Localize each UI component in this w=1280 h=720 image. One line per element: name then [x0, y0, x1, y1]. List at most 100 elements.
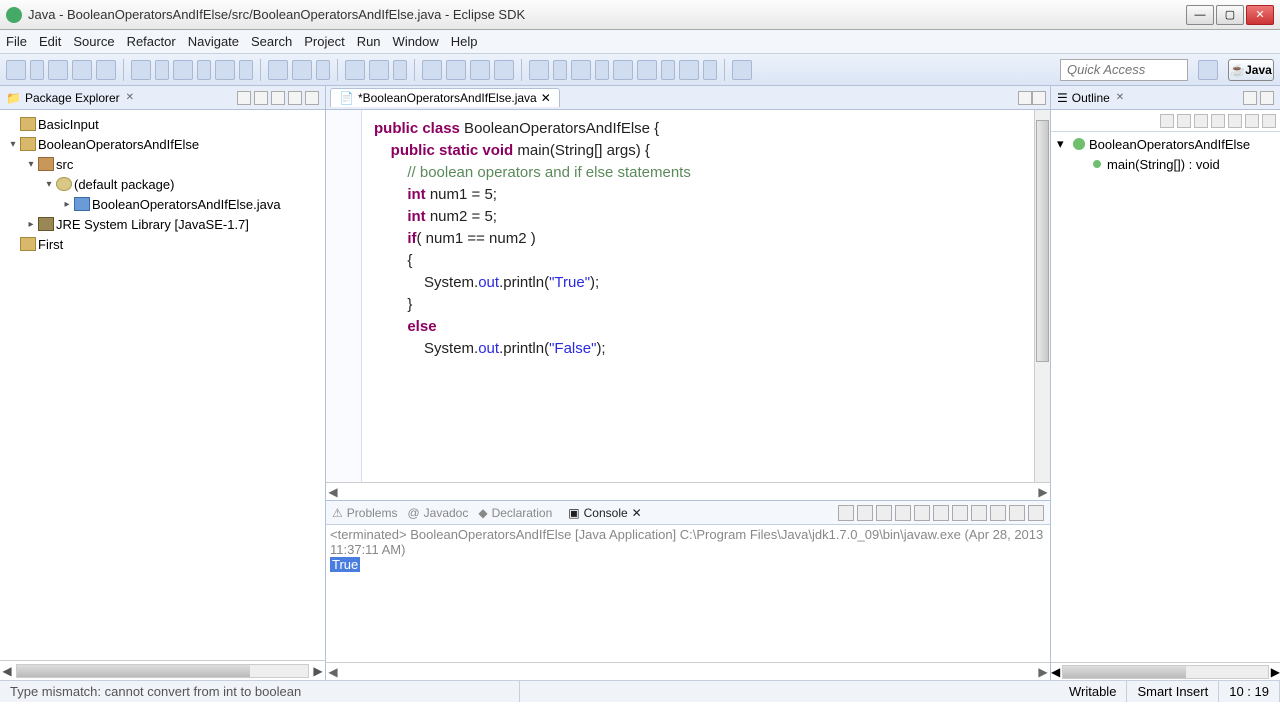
minimize-view-button[interactable] — [288, 91, 302, 105]
menu-search[interactable]: Search — [251, 34, 292, 49]
menu-run[interactable]: Run — [357, 34, 381, 49]
hide-fields-button[interactable] — [1177, 114, 1191, 128]
quick-access-input[interactable] — [1060, 59, 1188, 81]
next-annotation-button[interactable] — [529, 60, 549, 80]
outline-hscroll[interactable]: ◀ ▶ — [1051, 662, 1280, 680]
menu-file[interactable]: File — [6, 34, 27, 49]
maximize-editor-button[interactable] — [1032, 91, 1046, 105]
tab-declaration[interactable]: ◆Declaration — [478, 506, 552, 520]
last-edit-button[interactable] — [613, 60, 633, 80]
open-type-button[interactable] — [345, 60, 365, 80]
tree-twist-icon[interactable]: ▸ — [24, 219, 38, 230]
scroll-thumb[interactable] — [17, 665, 250, 677]
external-tools-button[interactable] — [215, 60, 235, 80]
close-view-icon[interactable]: ✕ — [126, 92, 134, 103]
terminate-button[interactable] — [838, 505, 854, 521]
java-perspective-button[interactable]: ☕ Java — [1228, 59, 1274, 81]
tab-javadoc[interactable]: @Javadoc — [407, 506, 468, 520]
print-button[interactable] — [96, 60, 116, 80]
tree-twist-icon[interactable]: ▾ — [24, 159, 38, 170]
hide-local-button[interactable] — [1228, 114, 1242, 128]
menu-source[interactable]: Source — [73, 34, 114, 49]
maximize-outline-button[interactable] — [1260, 91, 1274, 105]
close-console-icon[interactable]: ✕ — [632, 506, 642, 520]
link-editor-button[interactable] — [254, 91, 268, 105]
console-hscroll[interactable]: ◀▶ — [326, 662, 1050, 680]
outline-tree[interactable]: ▾BooleanOperatorsAndIfElsemain(String[])… — [1051, 132, 1280, 662]
tree-item[interactable]: ▸BooleanOperatorsAndIfElse.java — [2, 194, 323, 214]
vscroll-thumb[interactable] — [1036, 120, 1049, 362]
tree-twist-icon[interactable]: ▸ — [60, 199, 74, 210]
open-console-button[interactable] — [990, 505, 1006, 521]
tree-item[interactable]: BasicInput — [2, 114, 323, 134]
new-dropdown-icon[interactable] — [30, 60, 44, 80]
package-explorer-hscroll[interactable]: ◀ ▶ — [0, 660, 325, 680]
package-explorer-tab[interactable]: 📁 Package Explorer ✕ — [0, 86, 325, 110]
pin-editor-button[interactable] — [732, 60, 752, 80]
minimize-outline-button[interactable] — [1243, 91, 1257, 105]
forward-button[interactable] — [679, 60, 699, 80]
tab-problems[interactable]: ⚠Problems — [332, 506, 397, 520]
console-body[interactable]: <terminated> BooleanOperatorsAndIfElse [… — [326, 525, 1050, 662]
outline-tab[interactable]: ☰ Outline ✕ — [1051, 86, 1280, 110]
scroll-lock-button[interactable] — [914, 505, 930, 521]
editor-tab[interactable]: 📄 *BooleanOperatorsAndIfElse.java ✕ — [330, 88, 560, 107]
scroll-left-icon[interactable]: ◀ — [0, 664, 14, 678]
forward-dropdown-icon[interactable] — [703, 60, 717, 80]
save-button[interactable] — [48, 60, 68, 80]
next-annotation-dropdown-icon[interactable] — [553, 60, 567, 80]
back-dropdown-icon[interactable] — [661, 60, 675, 80]
tree-twist-icon[interactable]: ▾ — [42, 179, 56, 190]
outline-item[interactable]: ▾BooleanOperatorsAndIfElse — [1055, 134, 1276, 154]
remove-launch-button[interactable] — [857, 505, 873, 521]
scroll-right-icon[interactable]: ▶ — [311, 664, 325, 678]
display-console-button[interactable] — [971, 505, 987, 521]
menu-help[interactable]: Help — [451, 34, 478, 49]
save-all-button[interactable] — [72, 60, 92, 80]
run-button[interactable] — [173, 60, 193, 80]
focus-button[interactable] — [1245, 114, 1259, 128]
minimize-button[interactable]: — — [1186, 5, 1214, 25]
prev-annotation-button[interactable] — [571, 60, 591, 80]
close-editor-icon[interactable]: ✕ — [541, 91, 551, 105]
close-button[interactable]: ✕ — [1246, 5, 1274, 25]
remove-all-button[interactable] — [876, 505, 892, 521]
maximize-button[interactable]: ▢ — [1216, 5, 1244, 25]
code-area[interactable]: public class BooleanOperatorsAndIfElse {… — [362, 110, 1034, 482]
pin-console-button[interactable] — [952, 505, 968, 521]
package-explorer-tree[interactable]: BasicInput▾BooleanOperatorsAndIfElse▾src… — [0, 110, 325, 660]
scroll-thumb[interactable] — [1063, 666, 1186, 678]
word-wrap-button[interactable] — [933, 505, 949, 521]
menu-project[interactable]: Project — [304, 34, 344, 49]
scroll-left-icon[interactable]: ◀ — [1051, 665, 1060, 679]
open-perspective-button[interactable] — [1198, 60, 1218, 80]
scroll-right-icon[interactable]: ▶ — [1271, 665, 1280, 679]
scroll-left-icon[interactable]: ◀ — [326, 485, 340, 499]
minimize-editor-button[interactable] — [1018, 91, 1032, 105]
hide-nonpublic-button[interactable] — [1211, 114, 1225, 128]
editor-body[interactable]: public class BooleanOperatorsAndIfElse {… — [326, 110, 1050, 482]
external-tools-dropdown-icon[interactable] — [239, 60, 253, 80]
scroll-left-icon[interactable]: ◀ — [326, 665, 340, 679]
tree-twist-icon[interactable]: ▾ — [6, 139, 20, 150]
tree-twist-icon[interactable]: ▾ — [1057, 136, 1069, 152]
new-package-button[interactable] — [268, 60, 288, 80]
minimize-console-button[interactable] — [1009, 505, 1025, 521]
view-menu-button[interactable] — [1262, 114, 1276, 128]
view-menu-button[interactable] — [271, 91, 285, 105]
new-class-button[interactable] — [292, 60, 312, 80]
tree-item[interactable]: First — [2, 234, 323, 254]
tab-console[interactable]: ▣Console ✕ — [562, 504, 647, 522]
maximize-view-button[interactable] — [305, 91, 319, 105]
new-button[interactable] — [6, 60, 26, 80]
back-button[interactable] — [637, 60, 657, 80]
outline-item[interactable]: main(String[]) : void — [1055, 154, 1276, 174]
toggle-mark-button[interactable] — [422, 60, 442, 80]
sort-button[interactable] — [1160, 114, 1174, 128]
scroll-track[interactable] — [1062, 665, 1269, 679]
toggle-breadcrumb-button[interactable] — [494, 60, 514, 80]
prev-annotation-dropdown-icon[interactable] — [595, 60, 609, 80]
search-dropdown-icon[interactable] — [393, 60, 407, 80]
close-outline-icon[interactable]: ✕ — [1116, 92, 1124, 103]
tree-item[interactable]: ▸JRE System Library [JavaSE-1.7] — [2, 214, 323, 234]
